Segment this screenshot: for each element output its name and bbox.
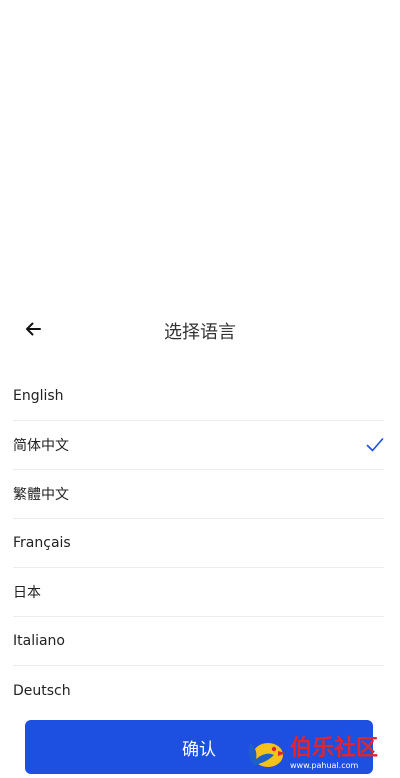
language-label: Italiano (13, 633, 65, 649)
language-select-screen: 选择语言 English 简体中文 繁體中文 Français 日本 Itali… (0, 0, 400, 778)
language-label: English (13, 388, 64, 404)
language-label: 日本 (13, 585, 41, 601)
watermark-logo: 伯乐社区 www.pahual.com (244, 730, 396, 776)
language-list: English 简体中文 繁體中文 Français 日本 Italiano D… (0, 372, 400, 715)
language-item-english[interactable]: English (13, 372, 384, 421)
language-label: Français (13, 535, 71, 551)
check-icon (366, 438, 384, 452)
watermark-title: 伯乐社区 (290, 735, 379, 761)
language-item-japanese[interactable]: 日本 (13, 568, 384, 617)
header: 选择语言 (0, 300, 400, 360)
language-label: 简体中文 (13, 438, 69, 454)
watermark-url: www.pahual.com (290, 761, 359, 770)
page-title: 选择语言 (164, 322, 236, 343)
watermark-text: 伯乐社区 www.pahual.com (290, 736, 378, 770)
language-item-french[interactable]: Français (13, 519, 384, 568)
blank-area (0, 0, 400, 300)
watermark-bird-icon (248, 743, 286, 767)
language-item-german[interactable]: Deutsch (13, 666, 384, 715)
language-sheet: 选择语言 English 简体中文 繁體中文 Français 日本 Itali… (0, 300, 400, 778)
language-item-traditional-chinese[interactable]: 繁體中文 (13, 470, 384, 519)
language-item-simplified-chinese[interactable]: 简体中文 (13, 421, 384, 470)
language-label: Deutsch (13, 682, 71, 699)
language-item-italian[interactable]: Italiano (13, 617, 384, 666)
language-label: 繁體中文 (13, 487, 69, 503)
